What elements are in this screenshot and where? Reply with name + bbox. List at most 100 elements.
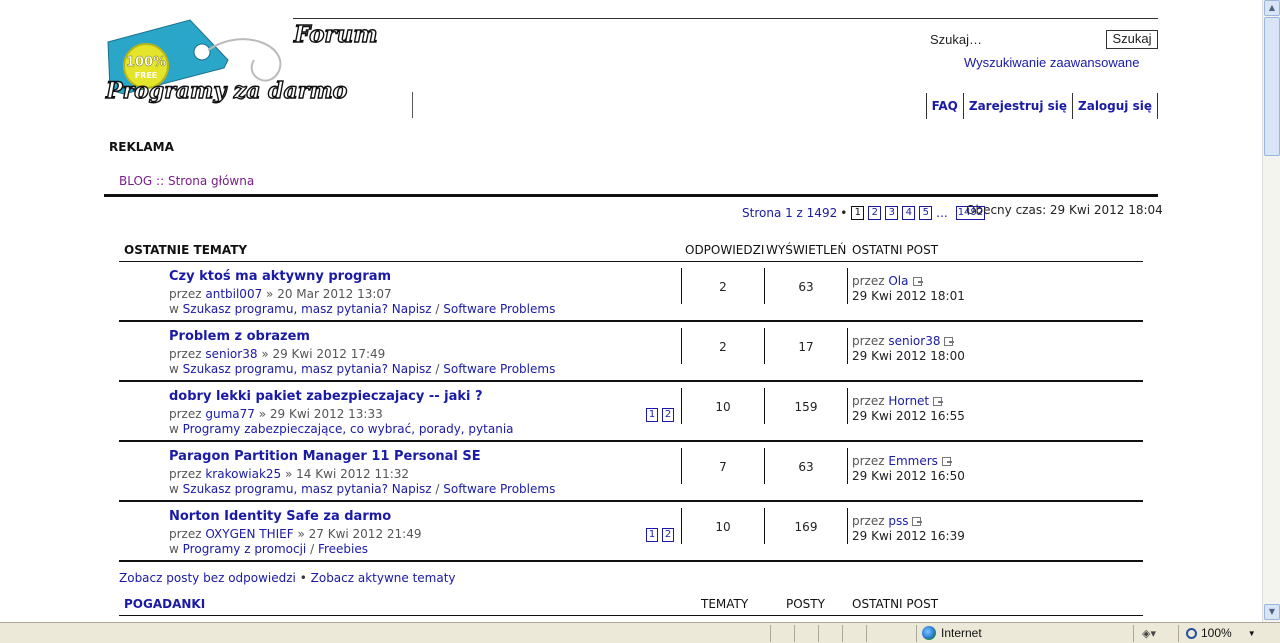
topic-meta: przez senior38 » 29 Kwi 2012 17:49 bbox=[169, 347, 385, 361]
goto-last-post-icon[interactable] bbox=[944, 337, 955, 346]
author-link[interactable]: krakowiak25 bbox=[205, 467, 281, 481]
chevron-down-icon[interactable]: ▼ bbox=[1248, 629, 1256, 638]
replies-column-header: ODPOWIEDZI bbox=[685, 243, 765, 257]
scroll-down-icon[interactable]: ▼ bbox=[1264, 604, 1280, 620]
protected-mode-icon[interactable]: ◈▾ bbox=[1142, 627, 1156, 640]
forum-link[interactable]: Programy z promocji bbox=[183, 542, 307, 556]
by-label: przez bbox=[169, 347, 202, 361]
forum-separator: / bbox=[310, 542, 315, 556]
in-label: w bbox=[169, 422, 179, 436]
search-button[interactable]: Szukaj bbox=[1106, 30, 1158, 49]
topic-date: » 29 Kwi 2012 13:33 bbox=[258, 407, 383, 421]
by-label: przez bbox=[169, 467, 202, 481]
pogadanki-forum-link[interactable]: POGADANKI bbox=[124, 597, 205, 611]
in-label: w bbox=[169, 362, 179, 376]
forum-link[interactable]: Programy zabezpieczające, co wybrać, por… bbox=[183, 422, 514, 436]
pogadanki-header: POGADANKI TEMATY POSTY OSTATNI POST bbox=[119, 596, 1143, 616]
by-label: przez bbox=[852, 274, 885, 288]
reply-count: 10 bbox=[715, 520, 731, 534]
last-post-author: przez senior38 bbox=[852, 334, 955, 348]
goto-last-post-icon[interactable] bbox=[912, 277, 923, 286]
search-input[interactable]: Szukaj… bbox=[930, 32, 982, 47]
page-link[interactable]: 2 bbox=[868, 206, 882, 220]
last-post-date: 29 Kwi 2012 16:55 bbox=[852, 409, 965, 423]
scroll-up-icon[interactable]: ▲ bbox=[1264, 0, 1280, 16]
zone-label: Internet bbox=[941, 626, 982, 640]
page-link-current: 1 bbox=[851, 206, 865, 220]
last-post-author-link[interactable]: senior38 bbox=[888, 334, 940, 348]
topic-meta: przez guma77 » 29 Kwi 2012 13:33 bbox=[169, 407, 383, 421]
forum-link[interactable]: Szukasz programu, masz pytania? Napisz bbox=[183, 362, 432, 376]
tag-hole bbox=[193, 43, 211, 61]
main-divider bbox=[104, 194, 1158, 197]
topic-pages: 12 bbox=[646, 408, 674, 422]
advanced-search-link[interactable]: Wyszukiwanie zaawansowane bbox=[964, 55, 1139, 70]
topic-page-link[interactable]: 2 bbox=[662, 528, 674, 542]
page-link[interactable]: 5 bbox=[919, 206, 933, 220]
author-link[interactable]: OXYGEN THIEF bbox=[205, 527, 293, 541]
subforum-link[interactable]: Freebies bbox=[318, 542, 368, 556]
author-link[interactable]: senior38 bbox=[205, 347, 257, 361]
page-summary[interactable]: Strona 1 z 1492 bbox=[742, 206, 837, 220]
topic-row: Norton Identity Safe za darmo przez OXYGE… bbox=[119, 502, 1143, 562]
last-post-author-link[interactable]: Ola bbox=[888, 274, 908, 288]
scroll-thumb[interactable] bbox=[1264, 17, 1280, 156]
status-cell bbox=[1178, 625, 1179, 642]
last-post-author-link[interactable]: Emmers bbox=[888, 454, 938, 468]
forum-link[interactable]: Szukasz programu, masz pytania? Napisz bbox=[183, 482, 432, 496]
badge-percent: 100% bbox=[126, 55, 166, 70]
pagination: Strona 1 z 1492 • 1 2 3 4 5 ... 1492 bbox=[742, 206, 986, 220]
topic-row: Paragon Partition Manager 11 Personal SE… bbox=[119, 442, 1143, 502]
page-link[interactable]: 3 bbox=[885, 206, 899, 220]
logo-forum-text: Forum bbox=[293, 21, 378, 48]
top-nav: FAQ Zarejestruj się Zaloguj się bbox=[925, 93, 1158, 119]
status-cell bbox=[916, 625, 917, 642]
author-link[interactable]: guma77 bbox=[205, 407, 255, 421]
status-cell bbox=[842, 625, 843, 642]
logo-title-text: Programy za darmo bbox=[105, 78, 347, 104]
faq-link[interactable]: FAQ bbox=[925, 93, 963, 119]
topic-title-link[interactable]: Norton Identity Safe za darmo bbox=[169, 509, 391, 524]
author-link[interactable]: antbil007 bbox=[205, 287, 262, 301]
topic-page-link[interactable]: 2 bbox=[662, 408, 674, 422]
unanswered-posts-link[interactable]: Zobacz posty bez odpowiedzi bbox=[119, 571, 296, 585]
footer-separator: • bbox=[299, 571, 307, 585]
goto-last-post-icon[interactable] bbox=[941, 457, 952, 466]
by-label: przez bbox=[852, 334, 885, 348]
page: 100% FREE Forum Programy za darmo Szukaj… bbox=[0, 0, 1262, 622]
zoom-icon bbox=[1186, 627, 1197, 639]
topic-title-link[interactable]: Paragon Partition Manager 11 Personal SE bbox=[169, 449, 481, 464]
topics-header: OSTATNIE TEMATY ODPOWIEDZI WYŚWIETLEŃ OS… bbox=[119, 240, 1143, 262]
topic-title-link[interactable]: Problem z obrazem bbox=[169, 329, 310, 344]
logo-divider bbox=[412, 92, 413, 118]
topic-title-link[interactable]: dobry lekki pakiet zabezpieczajacy -- ja… bbox=[169, 389, 483, 404]
subforum-link[interactable]: Software Problems bbox=[443, 362, 555, 376]
topic-page-link[interactable]: 1 bbox=[646, 408, 658, 422]
goto-last-post-icon[interactable] bbox=[912, 517, 923, 526]
page-link[interactable]: 4 bbox=[902, 206, 916, 220]
last-post-author-link[interactable]: Hornet bbox=[888, 394, 929, 408]
topic-meta: przez antbil007 » 20 Mar 2012 13:07 bbox=[169, 287, 392, 301]
vertical-scrollbar[interactable]: ▲ ▼ bbox=[1262, 0, 1280, 622]
view-count: 63 bbox=[798, 460, 814, 474]
status-cell bbox=[794, 625, 795, 642]
login-link[interactable]: Zaloguj się bbox=[1072, 93, 1157, 119]
in-label: w bbox=[169, 302, 179, 316]
active-topics-link[interactable]: Zobacz aktywne tematy bbox=[311, 571, 456, 585]
breadcrumb[interactable]: BLOG :: Strona główna bbox=[119, 174, 254, 188]
last-post-author-link[interactable]: pss bbox=[888, 514, 908, 528]
subforum-link[interactable]: Software Problems bbox=[443, 482, 555, 496]
in-label: w bbox=[169, 482, 179, 496]
goto-last-post-icon[interactable] bbox=[933, 397, 944, 406]
topic-row: Czy ktoś ma aktywny program przez antbil0… bbox=[119, 262, 1143, 322]
column-divider bbox=[847, 328, 848, 364]
status-cell bbox=[818, 625, 819, 642]
register-link[interactable]: Zarejestruj się bbox=[962, 93, 1072, 119]
topic-title-link[interactable]: Czy ktoś ma aktywny program bbox=[169, 269, 391, 284]
forum-link[interactable]: Szukasz programu, masz pytania? Napisz bbox=[183, 302, 432, 316]
forum-logo[interactable]: 100% FREE Forum Programy za darmo bbox=[104, 16, 409, 108]
last-post-date: 29 Kwi 2012 18:01 bbox=[852, 289, 965, 303]
subforum-link[interactable]: Software Problems bbox=[443, 302, 555, 316]
zoom-control[interactable]: 100% ▼ bbox=[1186, 626, 1256, 640]
topic-page-link[interactable]: 1 bbox=[646, 528, 658, 542]
